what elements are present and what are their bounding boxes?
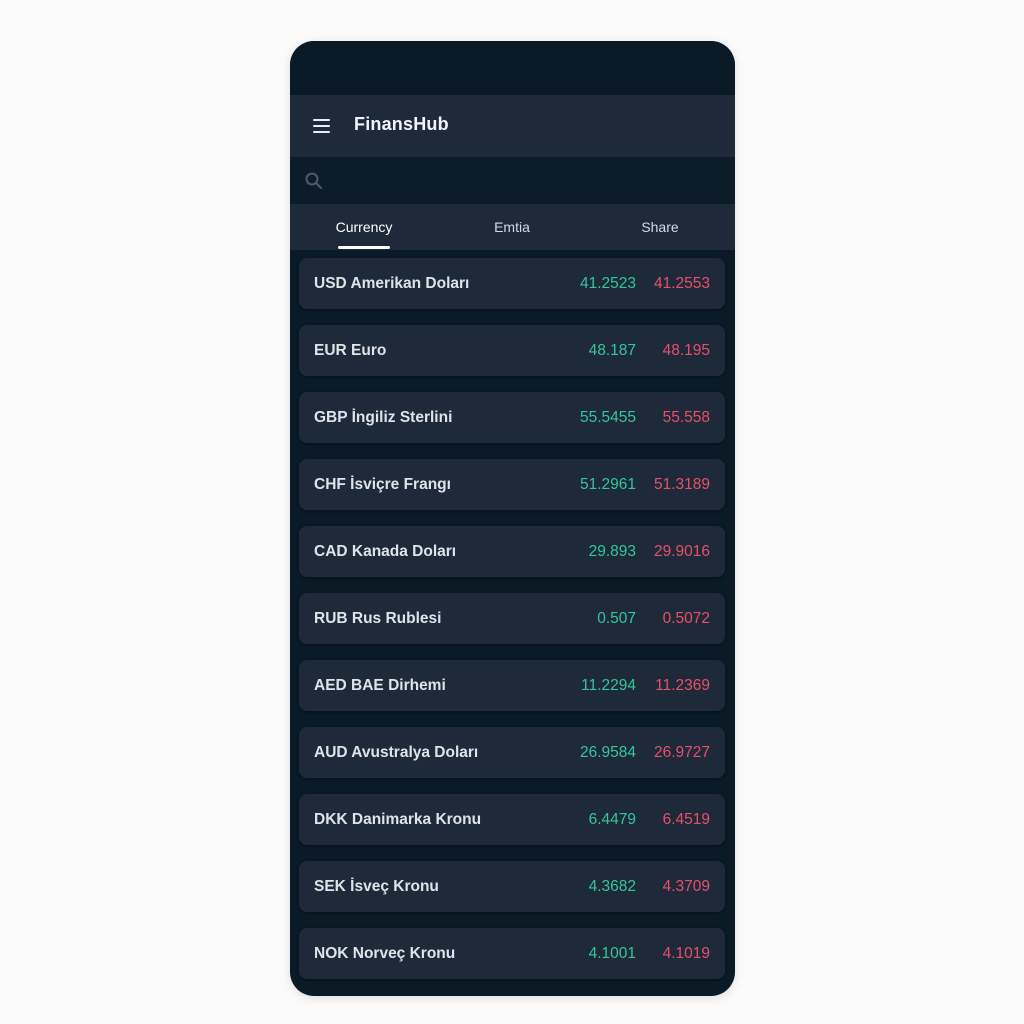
currency-name: AUD Avustralya Doları: [314, 744, 479, 761]
list-item[interactable]: RUB Rus Rublesi 0.507 0.5072: [299, 593, 725, 644]
search-icon: [305, 172, 322, 189]
status-bar: [290, 41, 735, 95]
currency-name: EUR Euro: [314, 342, 387, 359]
sell-price: 51.3189: [653, 476, 710, 493]
sell-price: 29.9016: [653, 543, 710, 560]
list-item[interactable]: USD Amerikan Doları 41.2523 41.2553: [299, 258, 725, 309]
sell-price: 6.4519: [662, 811, 710, 828]
search-input[interactable]: [334, 165, 723, 197]
buy-price: 4.3682: [588, 878, 636, 895]
list-item[interactable]: EUR Euro 48.187 48.195: [299, 325, 725, 376]
buy-price: 55.5455: [579, 409, 636, 426]
buy-price: 29.893: [588, 543, 636, 560]
sell-price: 4.3709: [662, 878, 710, 895]
currency-name: CAD Kanada Doları: [314, 543, 457, 560]
buy-price: 6.4479: [588, 811, 636, 828]
buy-price: 48.187: [588, 342, 636, 359]
sell-price: 11.2369: [655, 677, 710, 694]
list-item[interactable]: DKK Danimarka Kronu 6.4479 6.4519: [299, 794, 725, 845]
currency-list: USD Amerikan Doları 41.2523 41.2553 EUR …: [290, 250, 735, 996]
app-title: FinansHub: [354, 114, 449, 134]
tab-share[interactable]: Share: [586, 204, 734, 250]
active-tab-indicator: [338, 246, 390, 249]
list-item[interactable]: CHF İsviçre Frangı 51.2961 51.3189: [299, 459, 725, 510]
list-item[interactable]: AED BAE Dirhemi 11.2294 11.2369: [299, 660, 725, 711]
sell-price: 48.195: [662, 342, 710, 359]
sell-price: 26.9727: [653, 744, 710, 761]
currency-name: CHF İsviçre Frangı: [314, 476, 451, 493]
tab-bar: Currency Emtia Share: [290, 204, 735, 250]
buy-price: 4.1001: [588, 945, 636, 962]
currency-name: RUB Rus Rublesi: [314, 610, 442, 627]
sell-price: 41.2553: [653, 275, 710, 292]
app-bar: FinansHub: [290, 95, 735, 157]
buy-price: 11.2294: [581, 677, 636, 694]
currency-name: NOK Norveç Kronu: [314, 945, 456, 962]
buy-price: 26.9584: [579, 744, 636, 761]
list-item[interactable]: SEK İsveç Kronu 4.3682 4.3709: [299, 861, 725, 912]
tab-emtia[interactable]: Emtia: [438, 204, 586, 250]
currency-name: AED BAE Dirhemi: [314, 677, 446, 694]
currency-name: USD Amerikan Doları: [314, 275, 470, 292]
currency-name: SEK İsveç Kronu: [314, 878, 439, 895]
list-item[interactable]: CAD Kanada Doları 29.893 29.9016: [299, 526, 725, 577]
sell-price: 4.1019: [662, 945, 710, 962]
list-item[interactable]: NOK Norveç Kronu 4.1001 4.1019: [299, 928, 725, 979]
list-item[interactable]: AUD Avustralya Doları 26.9584 26.9727: [299, 727, 725, 778]
sell-price: 0.5072: [662, 610, 710, 627]
currency-name: DKK Danimarka Kronu: [314, 811, 482, 828]
buy-price: 41.2523: [579, 275, 636, 292]
menu-icon[interactable]: [312, 118, 332, 134]
sell-price: 55.558: [662, 409, 710, 426]
buy-price: 0.507: [597, 610, 636, 627]
phone-screen: FinansHub Currency Emtia Share USD Ameri…: [290, 41, 735, 996]
search-bar: [290, 157, 735, 204]
list-item[interactable]: GBP İngiliz Sterlini 55.5455 55.558: [299, 392, 725, 443]
currency-name: GBP İngiliz Sterlini: [314, 409, 453, 426]
buy-price: 51.2961: [579, 476, 636, 493]
tab-currency[interactable]: Currency: [290, 204, 438, 250]
